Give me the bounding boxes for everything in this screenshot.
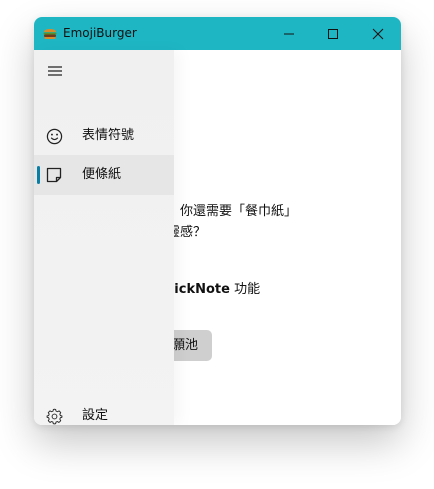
- selection-indicator: [37, 166, 40, 184]
- feature-suffix: 功能: [229, 282, 261, 297]
- nav-item-settings-label: 設定: [82, 408, 109, 423]
- emoji-icon: [45, 127, 63, 145]
- title-bar[interactable]: EmojiBurger: [34, 17, 401, 50]
- nav-item-notes[interactable]: 便條紙: [34, 155, 174, 195]
- gear-icon: [45, 407, 63, 425]
- intro-text-line-1: 悉，你還需要「餐巾紙」: [154, 204, 298, 219]
- navigation-pane: 表情符號 便條紙 設定: [34, 50, 174, 425]
- burger-app-icon: [43, 29, 57, 39]
- note-icon: [45, 166, 63, 184]
- nav-item-emoji[interactable]: 表情符號: [34, 116, 174, 156]
- minimize-button[interactable]: [266, 17, 312, 50]
- minimize-icon: [284, 33, 294, 34]
- close-button[interactable]: [355, 17, 401, 50]
- app-window: EmojiBurger 悉，你還需要「餐巾紙」 錄靈感？ QuickNote 功…: [34, 17, 401, 425]
- nav-item-emoji-label: 表情符號: [82, 128, 135, 143]
- menu-toggle-button[interactable]: [40, 58, 70, 84]
- maximize-button[interactable]: [310, 17, 356, 50]
- maximize-icon: [328, 28, 338, 39]
- hamburger-icon: [48, 66, 62, 76]
- nav-item-settings[interactable]: 設定: [34, 396, 174, 425]
- window-title: EmojiBurger: [63, 26, 137, 40]
- nav-item-notes-label: 便條紙: [82, 167, 122, 182]
- close-icon: [372, 28, 384, 39]
